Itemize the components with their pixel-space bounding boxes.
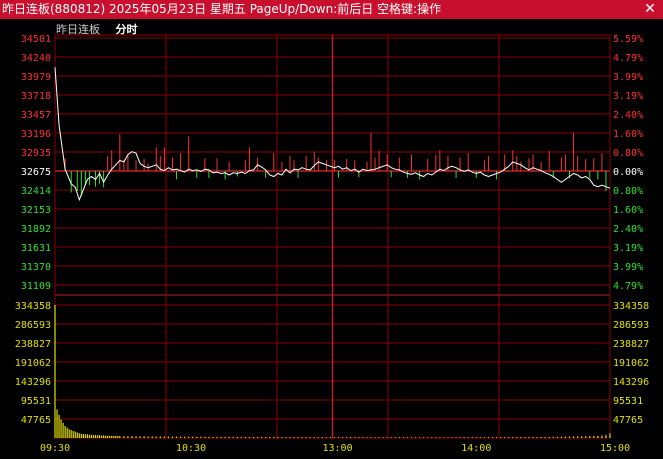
price-tick-label: 32414 bbox=[21, 186, 51, 197]
change-bars bbox=[64, 132, 607, 197]
percent-tick-label: 4.79% bbox=[613, 53, 643, 64]
percent-tick-label: 4.79% bbox=[613, 281, 643, 292]
volume-tick-label: 191062 bbox=[15, 358, 51, 369]
price-tick-label: 33718 bbox=[21, 91, 51, 102]
left-price-labels: 34501 34240 33979 33718 33457 33196 32935 32675… bbox=[21, 34, 51, 292]
percent-tick-label: 0.80% bbox=[613, 148, 643, 159]
percent-tick-label: 5.59% bbox=[613, 34, 643, 45]
time-tick-label: 13:00 bbox=[323, 443, 353, 454]
volume-tick-label: 238827 bbox=[15, 339, 51, 350]
volume-tick-label: 286593 bbox=[15, 320, 51, 331]
time-tick-label: 10:30 bbox=[176, 443, 206, 454]
price-tick-label: 31631 bbox=[21, 243, 51, 254]
percent-tick-label: 3.19% bbox=[613, 91, 643, 102]
percent-tick-label: 2.40% bbox=[613, 224, 643, 235]
volume-tick-label: 95531 bbox=[21, 396, 51, 407]
price-tick-label: 32675 bbox=[21, 167, 51, 178]
intraday-chart: 34501 34240 33979 33718 33457 33196 32935 32675… bbox=[15, 34, 649, 454]
percent-tick-label: 3.99% bbox=[613, 262, 643, 273]
price-tick-label: 31109 bbox=[21, 281, 51, 292]
price-tick-label: 32153 bbox=[21, 205, 51, 216]
volume-tick-label-right: 143296 bbox=[613, 377, 649, 388]
volume-tick-label: 47765 bbox=[21, 415, 51, 426]
time-labels: 09:30 10:30 13:00 14:00 15:00 bbox=[40, 443, 630, 454]
volume-tick-label: 334358 bbox=[15, 301, 51, 312]
chart-grid bbox=[54, 34, 611, 439]
volume-tick-label-right: 286593 bbox=[613, 320, 649, 331]
price-tick-label: 33457 bbox=[21, 110, 51, 121]
volume-tick-label-right: 47765 bbox=[613, 415, 643, 426]
volume-tick-label-right: 238827 bbox=[613, 339, 649, 350]
volume-tick-label: 143296 bbox=[15, 377, 51, 388]
price-tick-label: 31370 bbox=[21, 262, 51, 273]
percent-tick-label: 2.40% bbox=[613, 110, 643, 121]
time-tick-label: 15:00 bbox=[600, 443, 630, 454]
percent-tick-label: 0.00% bbox=[613, 167, 643, 178]
volume-tick-label-right: 191062 bbox=[613, 358, 649, 369]
right-pct-labels: 5.59% 4.79% 3.99% 3.19% 2.40% 1.60% 0.80% 0.00%… bbox=[613, 34, 643, 292]
percent-tick-label: 1.60% bbox=[613, 205, 643, 216]
percent-tick-label: 3.19% bbox=[613, 243, 643, 254]
volume-tick-label-right: 334358 bbox=[613, 301, 649, 312]
price-tick-label: 32935 bbox=[21, 148, 51, 159]
price-tick-label: 34501 bbox=[21, 34, 51, 45]
percent-tick-label: 1.60% bbox=[613, 129, 643, 140]
percent-tick-label: 3.99% bbox=[613, 72, 643, 83]
volume-tick-label-right: 95531 bbox=[613, 396, 643, 407]
price-tick-label: 31892 bbox=[21, 224, 51, 235]
price-tick-label: 33196 bbox=[21, 129, 51, 140]
price-tick-label: 33979 bbox=[21, 72, 51, 83]
percent-tick-label: 0.80% bbox=[613, 186, 643, 197]
time-tick-label: 14:00 bbox=[461, 443, 491, 454]
time-tick-label: 09:30 bbox=[40, 443, 70, 454]
price-tick-label: 34240 bbox=[21, 53, 51, 64]
